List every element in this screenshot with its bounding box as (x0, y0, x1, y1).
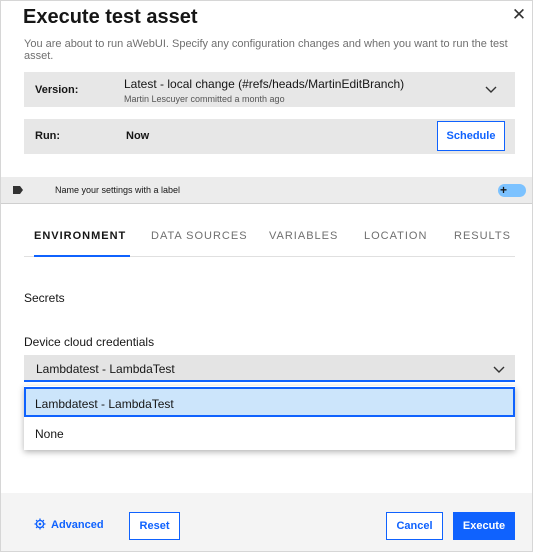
tab-data-sources[interactable]: DATA SOURCES (151, 219, 248, 257)
tab-location[interactable]: LOCATION (364, 219, 427, 257)
select-value: Lambdatest - LambdaTest (36, 362, 175, 376)
cancel-button[interactable]: Cancel (386, 512, 443, 540)
run-panel: Run: Now Schedule (24, 119, 515, 154)
tag-icon (13, 186, 23, 194)
plus-icon: + (500, 183, 508, 197)
execute-button[interactable]: Execute (453, 512, 515, 540)
dropdown-option[interactable]: Lambdatest - LambdaTest (24, 387, 515, 417)
credentials-dropdown-menu: Lambdatest - LambdaTest None (24, 386, 515, 450)
version-value: Latest - local change (#refs/heads/Marti… (124, 77, 405, 91)
label-bar: Name your settings with a label + (1, 177, 532, 204)
reset-button[interactable]: Reset (129, 512, 180, 540)
run-label: Run: (35, 130, 61, 142)
tab-environment[interactable]: ENVIRONMENT (34, 219, 130, 257)
version-label: Version: (35, 84, 79, 96)
device-cloud-credentials-select[interactable]: Lambdatest - LambdaTest (24, 355, 515, 382)
dialog-description: You are about to run aWebUI. Specify any… (24, 38, 508, 62)
run-value: Now (126, 130, 150, 142)
dropdown-option[interactable]: None (24, 418, 515, 448)
schedule-button[interactable]: Schedule (437, 121, 505, 151)
label-bar-text: Name your settings with a label (55, 185, 181, 195)
dialog-title: Execute test asset (23, 6, 198, 28)
version-commit-info: Martin Lescuyer committed a month ago (124, 94, 285, 104)
section-title-secrets: Secrets (24, 291, 65, 305)
gear-icon (34, 518, 46, 530)
chevron-down-icon[interactable] (483, 81, 499, 97)
tab-results[interactable]: RESULTS (454, 219, 511, 257)
tab-bar: ENVIRONMENT DATA SOURCES VARIABLES LOCAT… (24, 219, 515, 257)
label-toggle[interactable]: + (498, 183, 526, 197)
chevron-down-icon (493, 366, 505, 373)
device-cloud-credentials-label: Device cloud credentials (24, 335, 155, 349)
dialog-footer: Advanced Reset Cancel Execute (1, 493, 532, 551)
version-selector[interactable]: Version: Latest - local change (#refs/he… (24, 72, 515, 107)
tab-variables[interactable]: VARIABLES (269, 219, 338, 257)
execute-dialog: Execute test asset ✕ You are about to ru… (0, 0, 533, 552)
close-icon[interactable]: ✕ (510, 6, 528, 24)
